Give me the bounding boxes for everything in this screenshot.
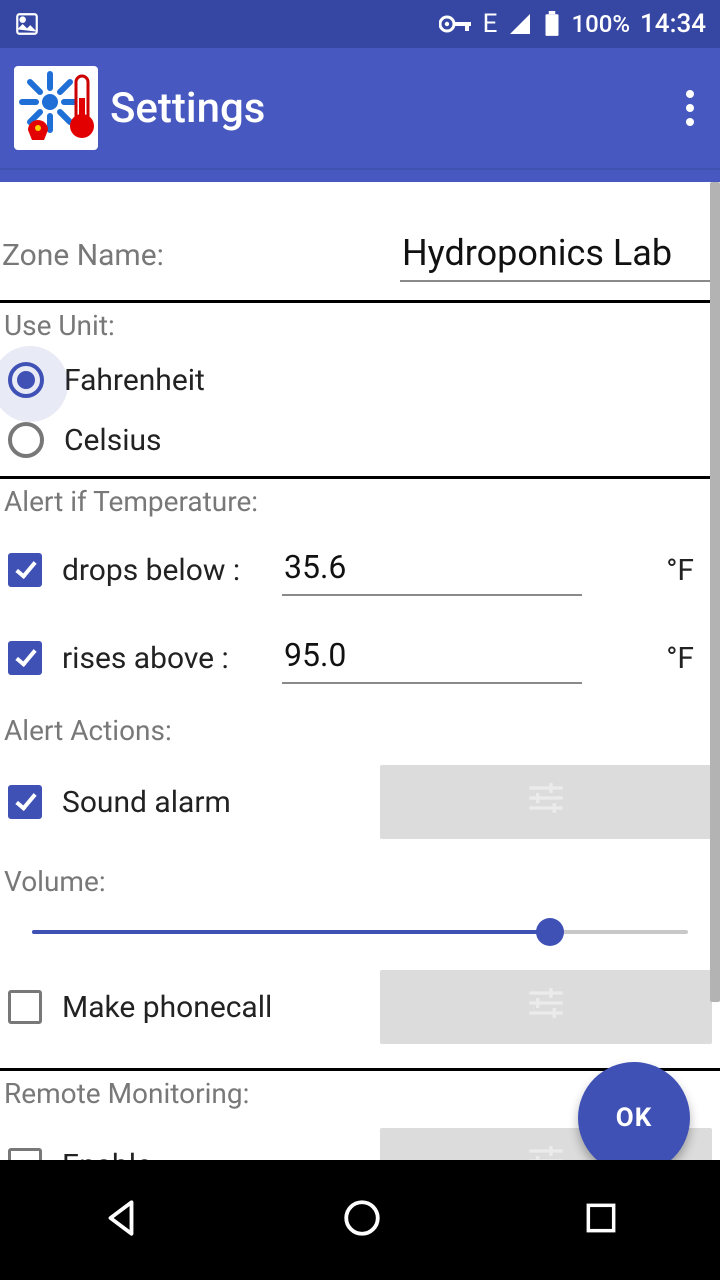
volume-slider[interactable] bbox=[32, 914, 688, 950]
phonecall-checkbox[interactable] bbox=[8, 990, 42, 1024]
sound-alarm-settings-button[interactable] bbox=[380, 765, 712, 839]
remote-enable-label: Enable bbox=[62, 1148, 272, 1161]
app-bar: Settings bbox=[0, 48, 720, 168]
unit-label: Use Unit: bbox=[2, 305, 718, 350]
tune-icon bbox=[526, 1141, 566, 1160]
sound-alarm-row: Sound alarm bbox=[2, 755, 718, 857]
unit-celsius-option[interactable]: Celsius bbox=[2, 410, 718, 470]
recents-button[interactable] bbox=[542, 1179, 660, 1261]
vpn-key-icon bbox=[439, 12, 473, 36]
radio-checked-icon bbox=[8, 362, 44, 398]
unit-fahrenheit-label: Fahrenheit bbox=[64, 363, 205, 398]
alert-temp-label: Alert if Temperature: bbox=[2, 481, 718, 526]
rises-above-row: rises above : °F bbox=[2, 614, 718, 702]
tune-icon bbox=[526, 778, 566, 826]
phonecall-label: Make phonecall bbox=[62, 990, 312, 1025]
zone-name-row: Zone Name: bbox=[0, 182, 720, 300]
battery-icon bbox=[543, 11, 561, 37]
android-nav-bar bbox=[0, 1160, 720, 1280]
drops-below-unit: °F bbox=[666, 553, 712, 588]
rises-above-label: rises above : bbox=[62, 641, 272, 676]
back-button[interactable] bbox=[60, 1177, 182, 1263]
phonecall-settings-button[interactable] bbox=[380, 970, 712, 1044]
rises-above-checkbox[interactable] bbox=[8, 641, 42, 675]
sound-alarm-label: Sound alarm bbox=[62, 785, 272, 820]
more-vert-icon bbox=[686, 104, 694, 112]
sound-alarm-checkbox[interactable] bbox=[8, 785, 42, 819]
alert-actions-section: Alert Actions: Sound alarm Volume: Make … bbox=[0, 708, 720, 1068]
unit-section: Use Unit: Fahrenheit Celsius bbox=[0, 300, 720, 476]
image-icon bbox=[14, 11, 40, 37]
unit-fahrenheit-option[interactable]: Fahrenheit bbox=[2, 350, 718, 410]
home-button[interactable] bbox=[301, 1177, 423, 1263]
zone-name-input[interactable] bbox=[400, 228, 710, 282]
app-icon bbox=[14, 66, 98, 150]
app-bar-divider bbox=[0, 168, 720, 182]
network-type-label: E bbox=[483, 9, 498, 39]
volume-label: Volume: bbox=[2, 857, 718, 906]
drops-below-label: drops below : bbox=[62, 553, 272, 588]
scrollbar[interactable] bbox=[710, 182, 720, 1002]
clock: 14:34 bbox=[640, 9, 706, 39]
rises-above-input[interactable] bbox=[282, 632, 582, 684]
drops-below-checkbox[interactable] bbox=[8, 553, 42, 587]
alert-actions-label: Alert Actions: bbox=[2, 710, 718, 755]
battery-percentage: 100% bbox=[571, 10, 630, 38]
ok-fab-label: OK bbox=[616, 1103, 652, 1133]
slider-fill bbox=[32, 930, 550, 934]
radio-unchecked-icon bbox=[8, 422, 44, 458]
overflow-menu-button[interactable] bbox=[674, 92, 706, 124]
page-title: Settings bbox=[110, 84, 265, 133]
settings-content: Zone Name: Use Unit: Fahrenheit Celsius … bbox=[0, 182, 720, 1160]
unit-celsius-label: Celsius bbox=[64, 423, 162, 458]
signal-icon bbox=[507, 12, 533, 36]
slider-thumb bbox=[536, 918, 564, 946]
drops-below-row: drops below : °F bbox=[2, 526, 718, 614]
status-bar: E 100% 14:34 bbox=[0, 0, 720, 48]
phonecall-row: Make phonecall bbox=[2, 968, 718, 1062]
zone-name-label: Zone Name: bbox=[2, 238, 164, 273]
drops-below-input[interactable] bbox=[282, 544, 582, 596]
tune-icon bbox=[526, 983, 566, 1031]
rises-above-unit: °F bbox=[666, 641, 712, 676]
alert-temp-section: Alert if Temperature: drops below : °F r… bbox=[0, 476, 720, 708]
remote-enable-checkbox[interactable] bbox=[8, 1148, 42, 1160]
